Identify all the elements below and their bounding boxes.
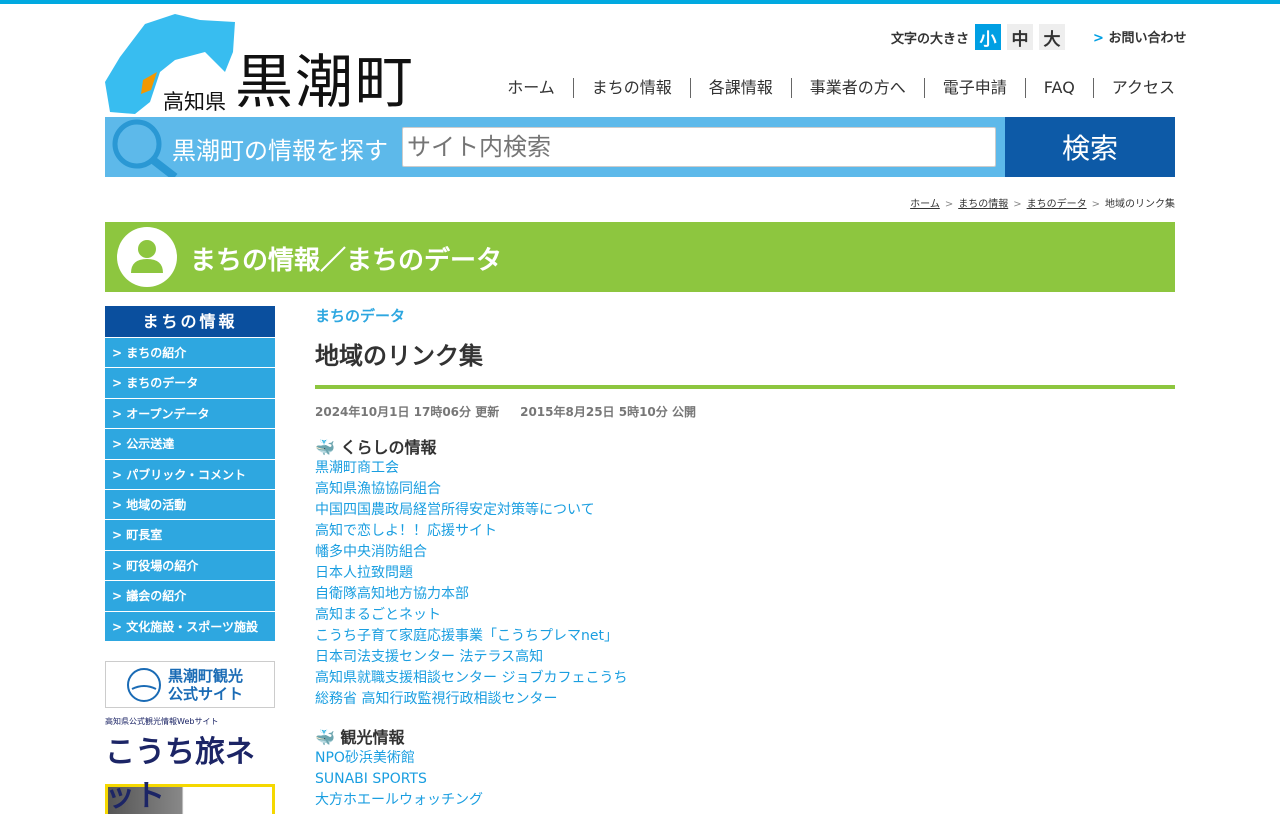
font-size-label: 文字の大きさ <box>891 31 970 47</box>
nav-faq[interactable]: FAQ <box>1024 78 1093 98</box>
sidebar-item[interactable]: > まちのデータ <box>105 367 275 398</box>
sidebar-item[interactable]: > 文化施設・スポーツ施設 <box>105 610 275 641</box>
link-item[interactable]: 大方ホエールウォッチング <box>315 790 1175 811</box>
main-content: まちのデータ 地域のリンク集 2024年10月1日 17時06分 更新 2015… <box>315 305 1175 811</box>
search-bar: 黒潮町の情報を探す 検索 <box>105 117 1175 177</box>
top-accent-bar <box>0 0 1280 4</box>
section-heading: 🐳 くらしの情報 <box>315 438 437 457</box>
link-item[interactable]: NPO砂浜美術館 <box>315 748 1175 769</box>
sidebar-item[interactable]: > 公示送達 <box>105 428 275 459</box>
link-item[interactable]: 総務省 高知行政監視行政相談センター <box>315 689 1175 710</box>
breadcrumb-current: 地域のリンク集 <box>1105 199 1175 210</box>
font-size-medium[interactable]: 中 <box>1007 24 1034 50</box>
sidebar-item[interactable]: > 町役場の紹介 <box>105 549 275 581</box>
nav-home[interactable]: ホーム <box>489 78 573 98</box>
font-size-small[interactable]: 小 <box>975 24 1002 50</box>
nav-departments[interactable]: 各課情報 <box>689 78 791 98</box>
breadcrumb: ホーム > まちの情報 > まちのデータ > 地域のリンク集 <box>910 199 1175 210</box>
breadcrumb-home[interactable]: ホーム <box>910 199 940 210</box>
site-logo[interactable]: 高知県 黒潮町 <box>105 12 415 114</box>
link-item[interactable]: こうち子育て家庭応援事業「こうちプレマnet」 <box>315 626 1175 647</box>
search-label: 黒潮町の情報を探す <box>172 137 388 165</box>
contact-link[interactable]: > お問い合わせ <box>1093 27 1186 46</box>
font-size-large[interactable]: 大 <box>1039 24 1066 50</box>
link-item[interactable]: 高知県漁協協同組合 <box>315 479 1175 500</box>
search-button[interactable]: 検索 <box>1005 117 1175 177</box>
nav-e-application[interactable]: 電子申請 <box>923 78 1025 98</box>
sidebar-item[interactable]: > まちの紹介 <box>105 337 275 368</box>
nav-business[interactable]: 事業者の方へ <box>790 78 924 98</box>
link-item[interactable]: 中国四国農政局経営所得安定対策等について <box>315 500 1175 521</box>
sidebar-heading: まちの情報 <box>105 306 275 337</box>
breadcrumb-town-info[interactable]: まちの情報 <box>958 199 1008 210</box>
sidebar: まちの情報 > まちの紹介 > まちのデータ > オープンデータ > 公示送達 … <box>105 306 275 641</box>
nav-town-info[interactable]: まちの情報 <box>572 78 690 98</box>
link-item[interactable]: 自衛隊高知地方協力本部 <box>315 584 1175 605</box>
link-item[interactable]: 高知まるごとネット <box>315 605 1175 626</box>
whale-icon: 🐳 <box>315 438 335 457</box>
prefecture-name: 高知県 <box>163 90 226 114</box>
dates: 2024年10月1日 17時06分 更新 2015年8月25日 5時10分 公開 <box>315 405 696 419</box>
breadcrumb-town-data[interactable]: まちのデータ <box>1027 199 1087 210</box>
kankou-banner[interactable]: 黒潮町観光 公式サイト <box>105 661 275 708</box>
link-item[interactable]: 黒潮町商工会 <box>315 458 1175 479</box>
side-banners: 黒潮町観光 公式サイト 高知県公式観光情報Webサイト こうち旅ネット <box>105 661 275 814</box>
banner-title: まちの情報／まちのデータ <box>190 246 503 276</box>
search-input[interactable] <box>402 127 996 167</box>
page-title: 地域のリンク集 <box>315 336 1175 389</box>
link-item[interactable]: 日本司法支援センター 法テラス高知 <box>315 647 1175 668</box>
link-item[interactable]: 幡多中央消防組合 <box>315 542 1175 563</box>
nav-access[interactable]: アクセス <box>1092 78 1175 98</box>
category-label: まちのデータ <box>315 307 406 325</box>
section-heading: 🐳 観光情報 <box>315 728 405 747</box>
link-item[interactable]: 高知で恋しよ！！応援サイト <box>315 521 1175 542</box>
link-item[interactable]: 日本人拉致問題 <box>315 563 1175 584</box>
link-item[interactable]: SUNABI SPORTS <box>315 769 1175 790</box>
link-item[interactable]: 高知県就職支援相談センター ジョブカフェこうち <box>315 668 1175 689</box>
font-size-control: 文字の大きさ 小 中 大 <box>891 24 1066 50</box>
link-list: NPO砂浜美術館 SUNABI SPORTS 大方ホエールウォッチング <box>315 748 1175 811</box>
kuroshio-logo-icon <box>127 667 161 702</box>
sidebar-item[interactable]: > オープンデータ <box>105 397 275 429</box>
person-icon <box>117 227 177 287</box>
town-name: 黒潮町 <box>235 48 416 116</box>
page-banner: まちの情報／まちのデータ <box>105 222 1175 292</box>
tabi-net-banner[interactable]: 高知県公式観光情報Webサイト こうち旅ネット <box>105 716 275 814</box>
sidebar-item[interactable]: > 町長室 <box>105 519 275 550</box>
sidebar-item[interactable]: > パブリック・コメント <box>105 458 275 489</box>
sidebar-item[interactable]: > 議会の紹介 <box>105 580 275 611</box>
sidebar-item[interactable]: > 地域の活動 <box>105 488 275 520</box>
main-nav: ホーム まちの情報 各課情報 事業者の方へ 電子申請 FAQ アクセス <box>489 78 1175 98</box>
whale-icon: 🐳 <box>315 728 335 747</box>
link-list: 黒潮町商工会 高知県漁協協同組合 中国四国農政局経営所得安定対策等について 高知で恋し… <box>315 458 1175 710</box>
chevron-right-icon: > <box>1093 31 1104 46</box>
